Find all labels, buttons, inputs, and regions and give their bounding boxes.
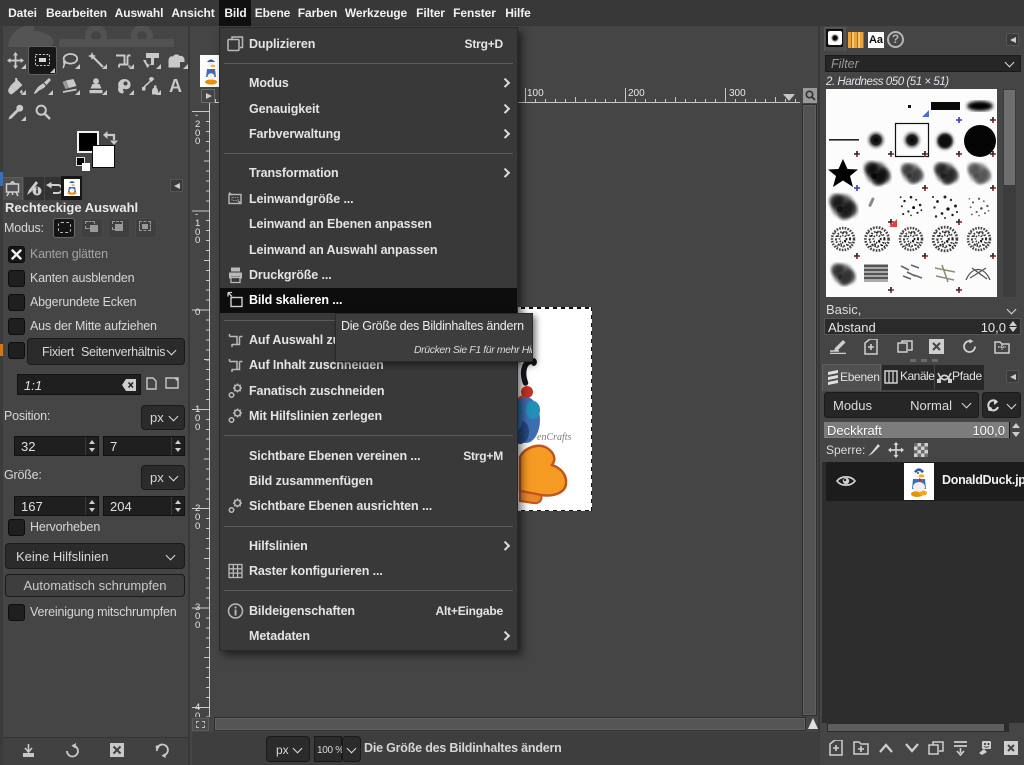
svg-text:enCrafts: enCrafts [537,432,572,443]
